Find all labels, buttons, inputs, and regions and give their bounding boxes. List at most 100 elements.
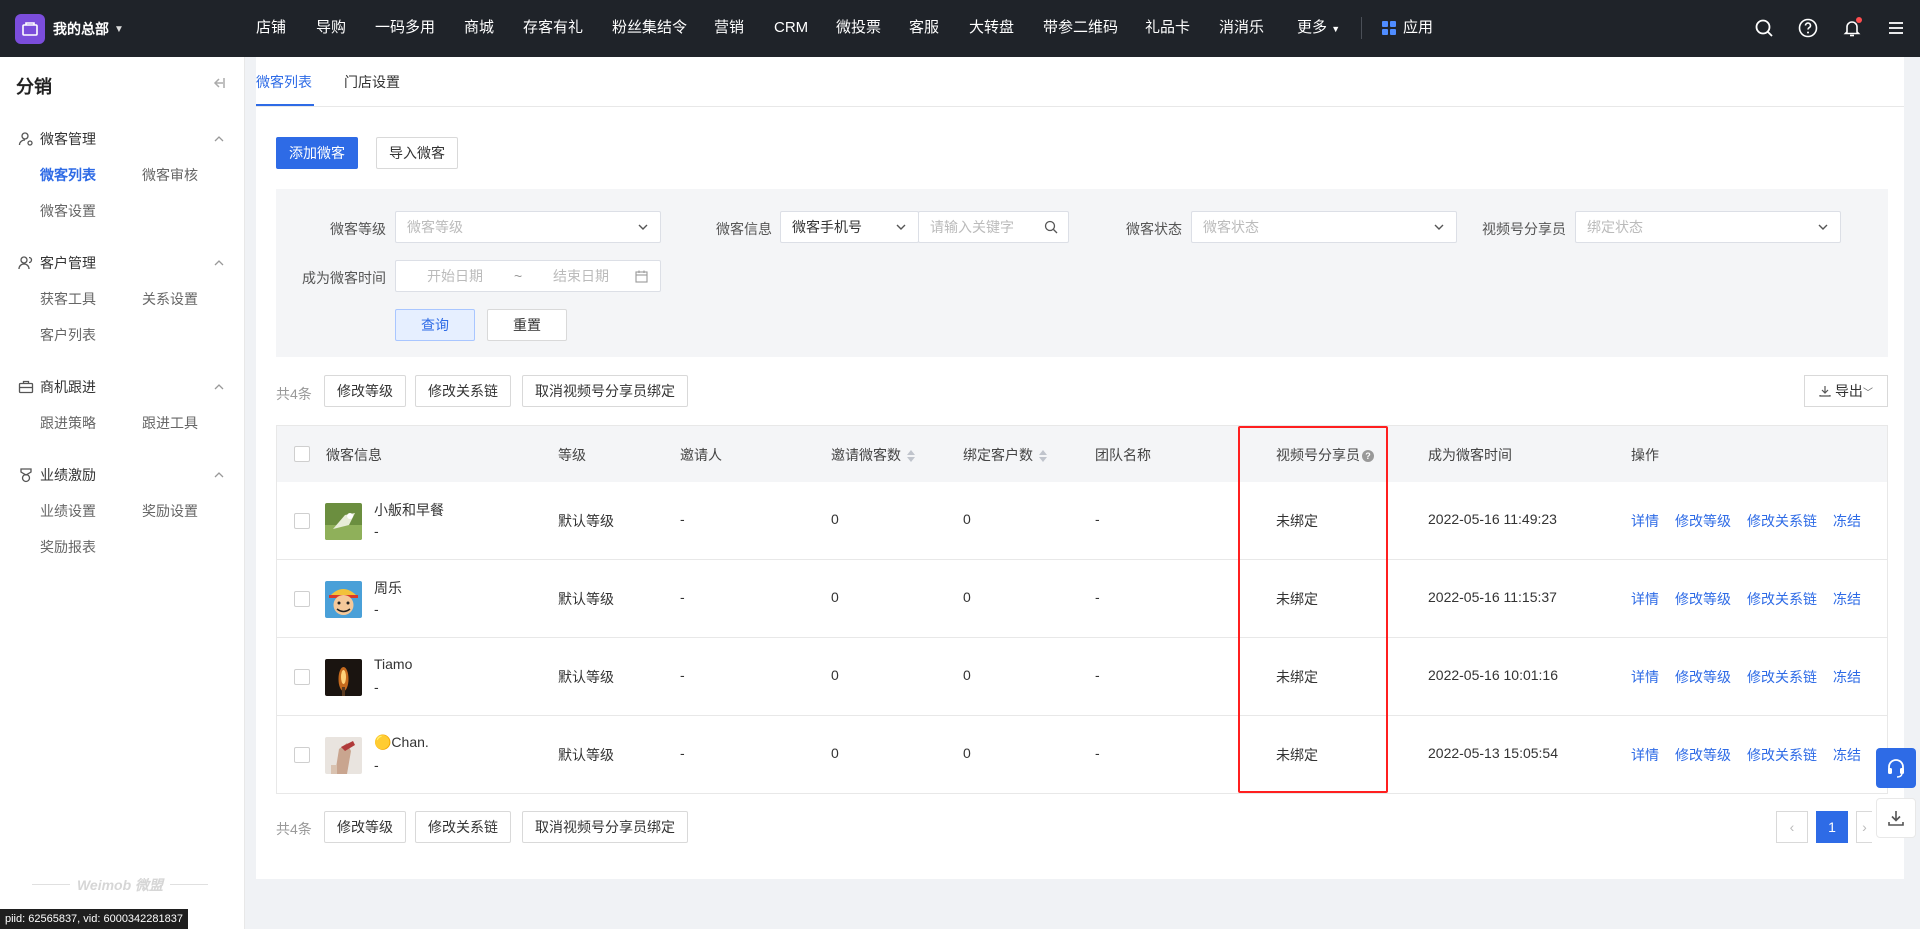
freeze-link[interactable]: 冻结 <box>1833 745 1861 765</box>
import-weike-button[interactable]: 导入微客 <box>376 137 458 169</box>
bulk-unbind-sharer-button-bottom[interactable]: 取消视频号分享员绑定 <box>522 811 688 843</box>
select-all-checkbox[interactable] <box>294 446 310 462</box>
info-filter-label: 微客信息 <box>716 221 772 237</box>
tab-store-settings[interactable]: 门店设置 <box>344 72 400 92</box>
customer-service-icon[interactable] <box>1876 748 1916 788</box>
col-invited-count[interactable]: 邀请微客数 <box>831 445 915 465</box>
notification-bell-icon[interactable] <box>1842 17 1862 38</box>
sidebar-item-reward-report[interactable]: 奖励报表 <box>40 537 96 557</box>
change-level-link[interactable]: 修改等级 <box>1675 589 1731 609</box>
sidebar-item-weike-review[interactable]: 微客审核 <box>142 165 198 185</box>
sort-icon[interactable] <box>907 449 915 463</box>
change-chain-link[interactable]: 修改关系链 <box>1747 667 1817 687</box>
detail-link[interactable]: 详情 <box>1631 511 1659 531</box>
sharer-status-select[interactable]: 绑定状态 <box>1575 211 1841 243</box>
help-tooltip-icon[interactable]: ? <box>1362 450 1374 463</box>
freeze-link[interactable]: 冻结 <box>1833 511 1861 531</box>
export-button[interactable]: 导出﹀ <box>1804 375 1888 407</box>
sidebar-item-weike-list[interactable]: 微客列表 <box>40 165 96 185</box>
nav-item-deposit-gift[interactable]: 存客有礼 <box>523 18 583 38</box>
bulk-change-level-button[interactable]: 修改等级 <box>324 375 406 407</box>
sidebar-group-head-incentive[interactable]: 业绩激励 <box>0 463 245 487</box>
nav-item-match-game[interactable]: 消消乐 <box>1219 18 1264 38</box>
cell-join-time: 2022-05-16 11:49:23 <box>1428 511 1557 527</box>
prev-page-button[interactable]: ‹ <box>1776 811 1808 843</box>
detail-link[interactable]: 详情 <box>1631 745 1659 765</box>
change-level-link[interactable]: 修改等级 <box>1675 511 1731 531</box>
row-checkbox[interactable] <box>294 747 310 763</box>
row-checkbox[interactable] <box>294 591 310 607</box>
detail-link[interactable]: 详情 <box>1631 667 1659 687</box>
help-icon[interactable] <box>1798 18 1818 38</box>
menu-icon[interactable] <box>1886 18 1906 38</box>
sidebar-item-weike-settings[interactable]: 微客设置 <box>40 201 96 221</box>
freeze-link[interactable]: 冻结 <box>1833 667 1861 687</box>
reset-button[interactable]: 重置 <box>487 309 567 341</box>
next-page-button[interactable]: › <box>1856 811 1872 843</box>
cell-sharer-status: 未绑定 <box>1276 513 1318 529</box>
change-chain-link[interactable]: 修改关系链 <box>1747 511 1817 531</box>
sidebar-item-followup-strategy[interactable]: 跟进策略 <box>40 413 96 433</box>
nav-item-more[interactable]: 更多 ▼ <box>1297 18 1340 39</box>
keyword-input[interactable]: 请输入关键字 <box>918 211 1069 243</box>
sidebar-item-performance-settings[interactable]: 业绩设置 <box>40 501 96 521</box>
bulk-unbind-sharer-button[interactable]: 取消视频号分享员绑定 <box>522 375 688 407</box>
brand-switcher[interactable]: 我的总部 ▼ <box>15 14 124 44</box>
sidebar-item-relation-settings[interactable]: 关系设置 <box>142 289 198 309</box>
download-float-icon[interactable] <box>1876 798 1916 838</box>
chevron-up-icon <box>214 136 224 142</box>
nav-item-store[interactable]: 店铺 <box>256 18 286 38</box>
col-video-sharer: 视频号分享员? <box>1276 445 1374 465</box>
freeze-link[interactable]: 冻结 <box>1833 589 1861 609</box>
nav-item-guide[interactable]: 导购 <box>316 18 346 38</box>
apps-grid-icon <box>1382 21 1396 35</box>
row-checkbox[interactable] <box>294 513 310 529</box>
add-weike-button[interactable]: 添加微客 <box>276 137 358 169</box>
date-range-picker[interactable]: 开始日期 ~ 结束日期 <box>395 260 661 292</box>
tab-weike-list[interactable]: 微客列表 <box>256 72 312 92</box>
nav-item-wheel[interactable]: 大转盘 <box>969 18 1014 38</box>
col-bound-customers[interactable]: 绑定客户数 <box>963 445 1047 465</box>
bulk-change-chain-button-bottom[interactable]: 修改关系链 <box>415 811 511 843</box>
status-select[interactable]: 微客状态 <box>1191 211 1457 243</box>
nav-item-qrcode[interactable]: 带参二维码 <box>1043 18 1118 38</box>
briefcase-icon <box>18 380 34 394</box>
detail-link[interactable]: 详情 <box>1631 589 1659 609</box>
nav-item-service[interactable]: 客服 <box>909 18 939 38</box>
sidebar-item-customer-list[interactable]: 客户列表 <box>40 325 96 345</box>
page-1-button[interactable]: 1 <box>1816 811 1848 843</box>
nav-item-gift-card[interactable]: 礼品卡 <box>1145 18 1190 38</box>
sidebar-item-reward-settings[interactable]: 奖励设置 <box>142 501 198 521</box>
change-level-link[interactable]: 修改等级 <box>1675 667 1731 687</box>
row-checkbox[interactable] <box>294 669 310 685</box>
collapse-sidebar-icon[interactable] <box>210 75 226 91</box>
nav-item-apps[interactable]: 应用 <box>1382 18 1433 38</box>
col-invited-count-label: 邀请微客数 <box>831 447 901 463</box>
sidebar-item-acquire-tools[interactable]: 获客工具 <box>40 289 96 309</box>
info-type-select[interactable]: 微客手机号 <box>780 211 919 243</box>
nav-divider <box>1361 17 1362 39</box>
change-chain-link[interactable]: 修改关系链 <box>1747 589 1817 609</box>
sidebar-group-head-customer[interactable]: 客户管理 <box>0 251 245 275</box>
change-level-link[interactable]: 修改等级 <box>1675 745 1731 765</box>
search-icon[interactable] <box>1044 220 1058 234</box>
sidebar-group-head-opportunity[interactable]: 商机跟进 <box>0 375 245 399</box>
level-select[interactable]: 微客等级 <box>395 211 661 243</box>
change-chain-link[interactable]: 修改关系链 <box>1747 745 1817 765</box>
cell-inviter: - <box>680 745 685 761</box>
nav-item-crm[interactable]: CRM <box>774 18 808 38</box>
nav-item-mall[interactable]: 商城 <box>464 18 494 38</box>
total-count: 共4条 <box>276 386 312 402</box>
nav-item-multi-code[interactable]: 一码多用 <box>375 18 435 38</box>
bulk-change-chain-button[interactable]: 修改关系链 <box>415 375 511 407</box>
nav-item-fans-gather[interactable]: 粉丝集结令 <box>612 18 687 38</box>
nav-item-vote[interactable]: 微投票 <box>836 18 881 38</box>
bulk-change-level-button-bottom[interactable]: 修改等级 <box>324 811 406 843</box>
sidebar-group-head-weike[interactable]: 微客管理 <box>0 127 245 151</box>
query-button[interactable]: 查询 <box>395 309 475 341</box>
end-date-placeholder: 结束日期 <box>553 268 609 284</box>
sort-icon[interactable] <box>1039 449 1047 463</box>
search-icon[interactable] <box>1754 18 1774 38</box>
sidebar-item-followup-tools[interactable]: 跟进工具 <box>142 413 198 433</box>
nav-item-marketing[interactable]: 营销 <box>714 18 744 38</box>
